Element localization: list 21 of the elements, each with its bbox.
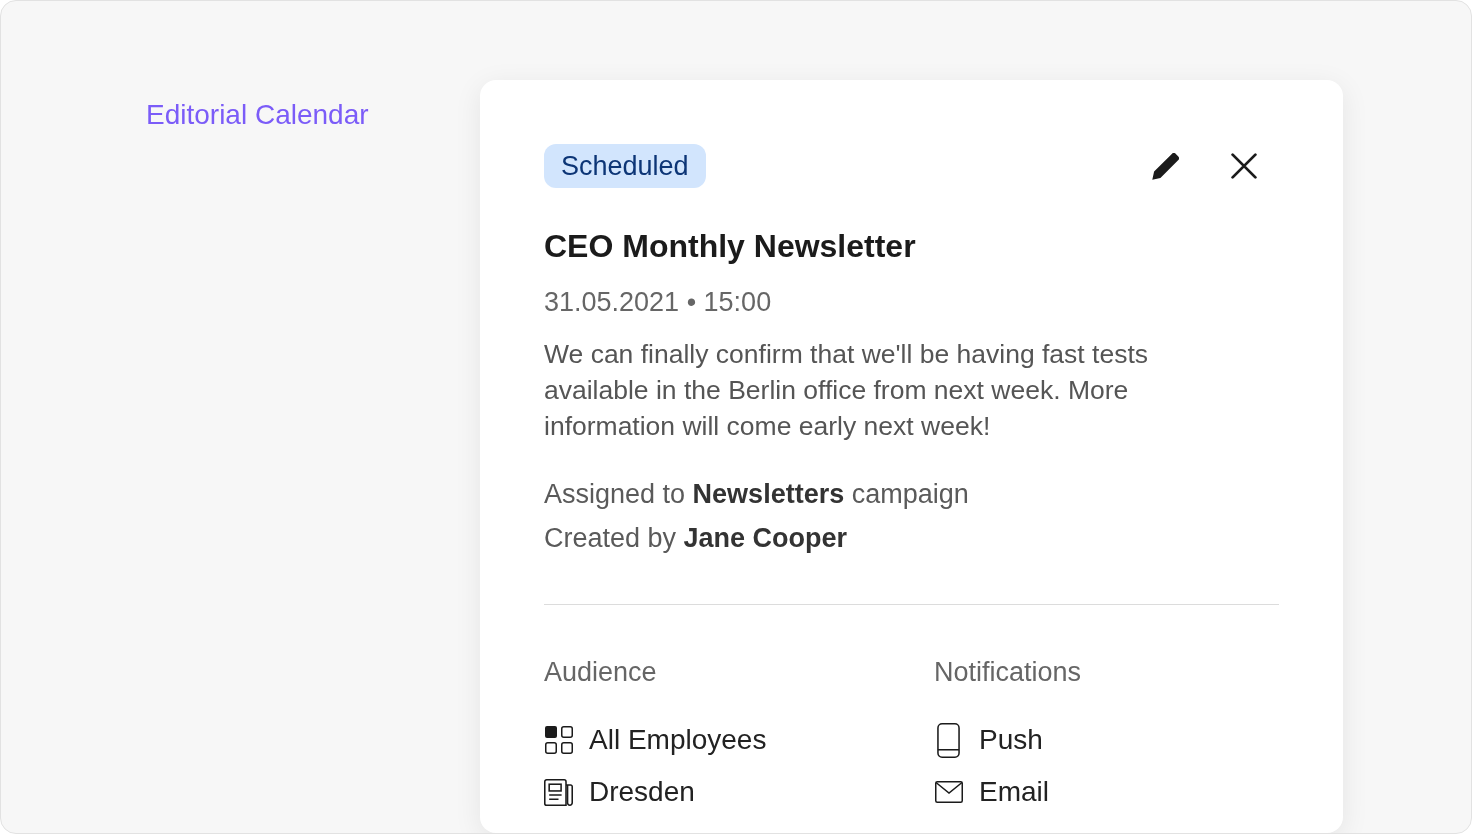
editorial-calendar-link[interactable]: Editorial Calendar [146, 99, 369, 130]
audience-item: Dresden [589, 775, 695, 809]
assigned-campaign-text: Assigned to Newsletters campaign [544, 478, 970, 511]
created-by-text: Created by Jane Cooper [544, 522, 849, 555]
pencil-icon [1152, 152, 1179, 180]
phone-icon [937, 722, 960, 758]
close-button[interactable] [1231, 153, 1257, 179]
notifications-heading: Notifications [934, 656, 1083, 689]
status-label: Scheduled [544, 144, 706, 188]
event-title: CEO Monthly Newsletter [544, 227, 917, 266]
event-description: We can finally confirm that we'll be having fast tests available in the Berlin office from next week. More information will come early next week! [544, 338, 1150, 443]
grid-icon [544, 726, 573, 754]
audience-heading: Audience [544, 656, 658, 689]
audience-item: All Employees [589, 723, 767, 757]
newspaper-icon [544, 778, 573, 806]
event-date-time: 31.05.2021 • 15:00 [544, 286, 773, 319]
envelope-icon [934, 781, 963, 803]
edit-button[interactable] [1152, 152, 1179, 180]
notification-channel: Email [979, 775, 1049, 809]
notification-channel: Push [979, 723, 1043, 757]
close-icon [1231, 153, 1257, 179]
